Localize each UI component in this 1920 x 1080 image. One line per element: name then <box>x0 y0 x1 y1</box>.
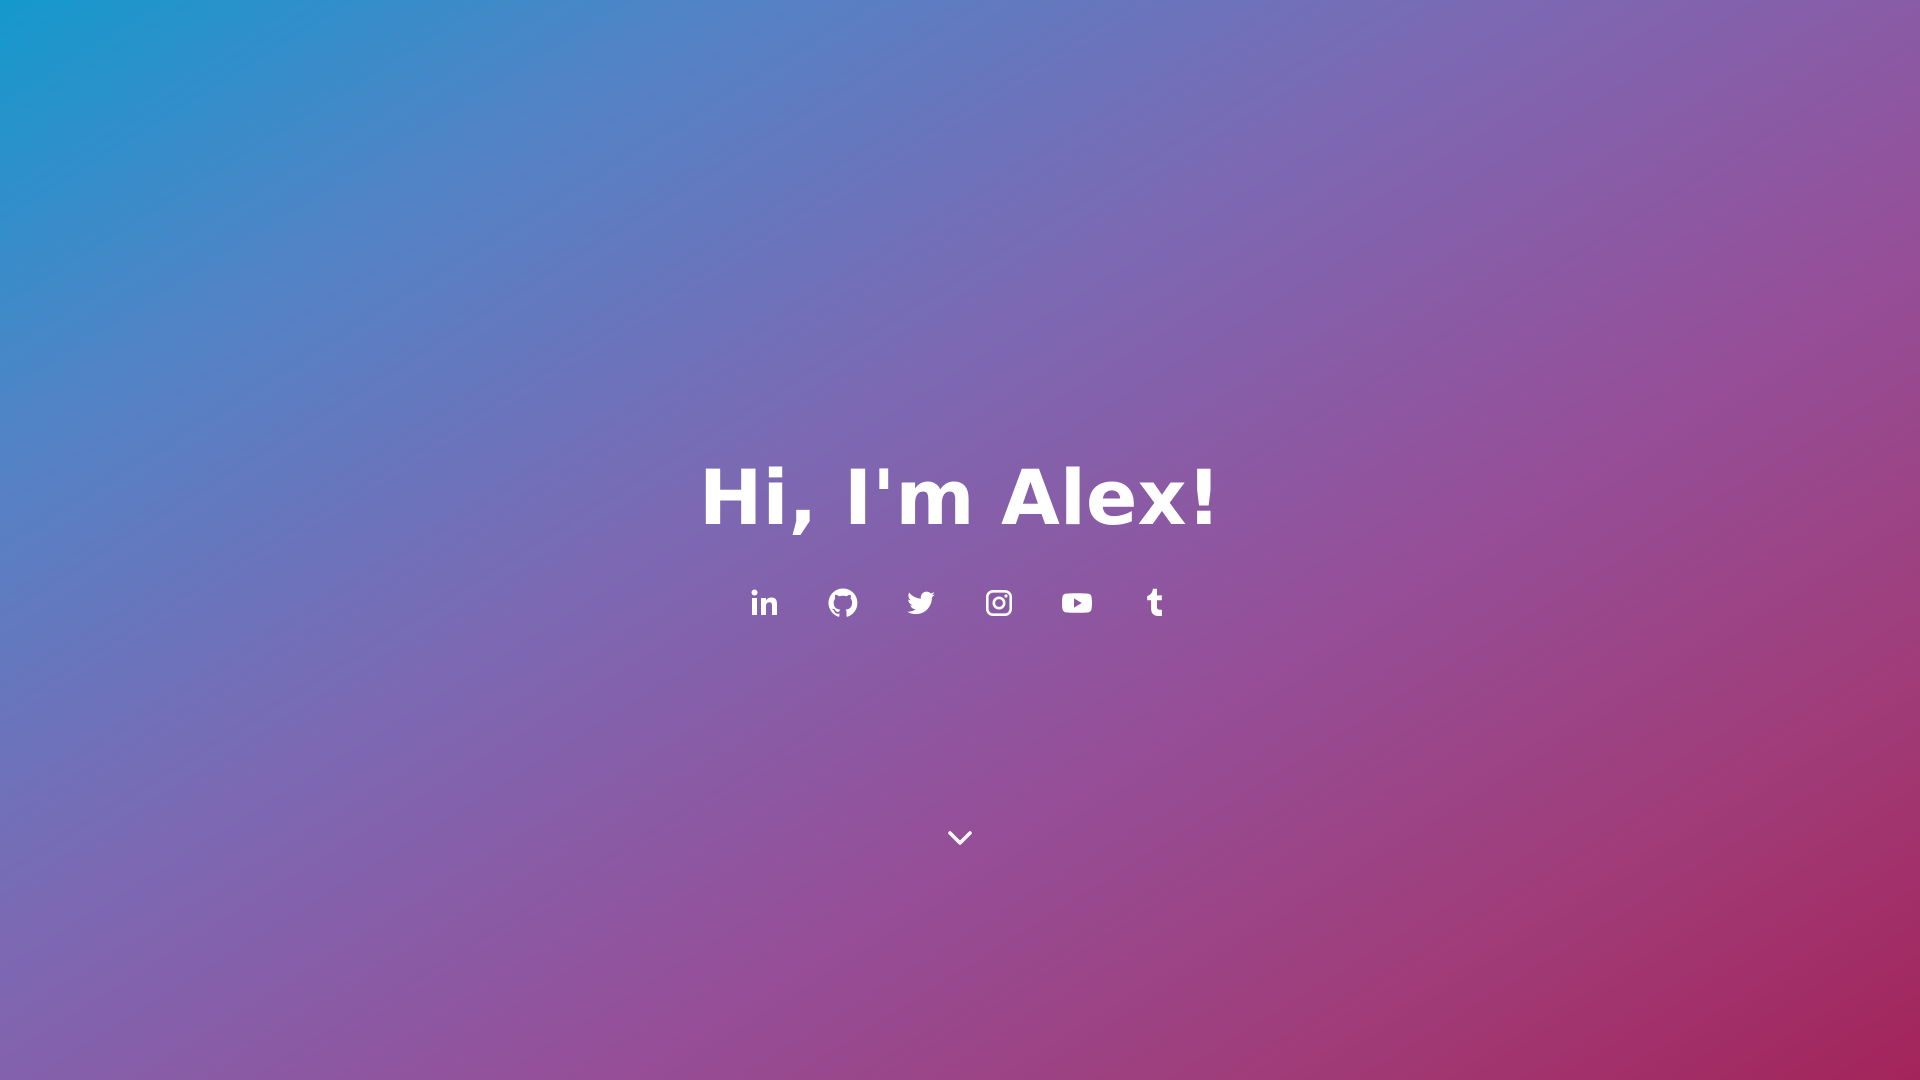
hero-section: Hi, I'm Alex! <box>0 0 1920 1080</box>
scroll-down-button[interactable] <box>944 822 976 854</box>
linkedin-link[interactable] <box>748 586 782 620</box>
youtube-link[interactable] <box>1060 586 1094 620</box>
twitter-icon <box>907 591 935 615</box>
twitter-link[interactable] <box>904 586 938 620</box>
instagram-icon <box>986 590 1012 616</box>
instagram-link[interactable] <box>982 586 1016 620</box>
hero-content: Hi, I'm Alex! <box>0 448 1920 620</box>
tumblr-icon <box>1147 588 1162 616</box>
linkedin-icon <box>751 589 777 615</box>
tumblr-link[interactable] <box>1138 586 1172 620</box>
chevron-down-icon <box>948 831 972 845</box>
github-link[interactable] <box>826 586 860 620</box>
github-icon <box>828 588 858 617</box>
youtube-icon <box>1062 593 1092 613</box>
page-title: Hi, I'm Alex! <box>698 453 1222 542</box>
social-links <box>0 586 1920 620</box>
